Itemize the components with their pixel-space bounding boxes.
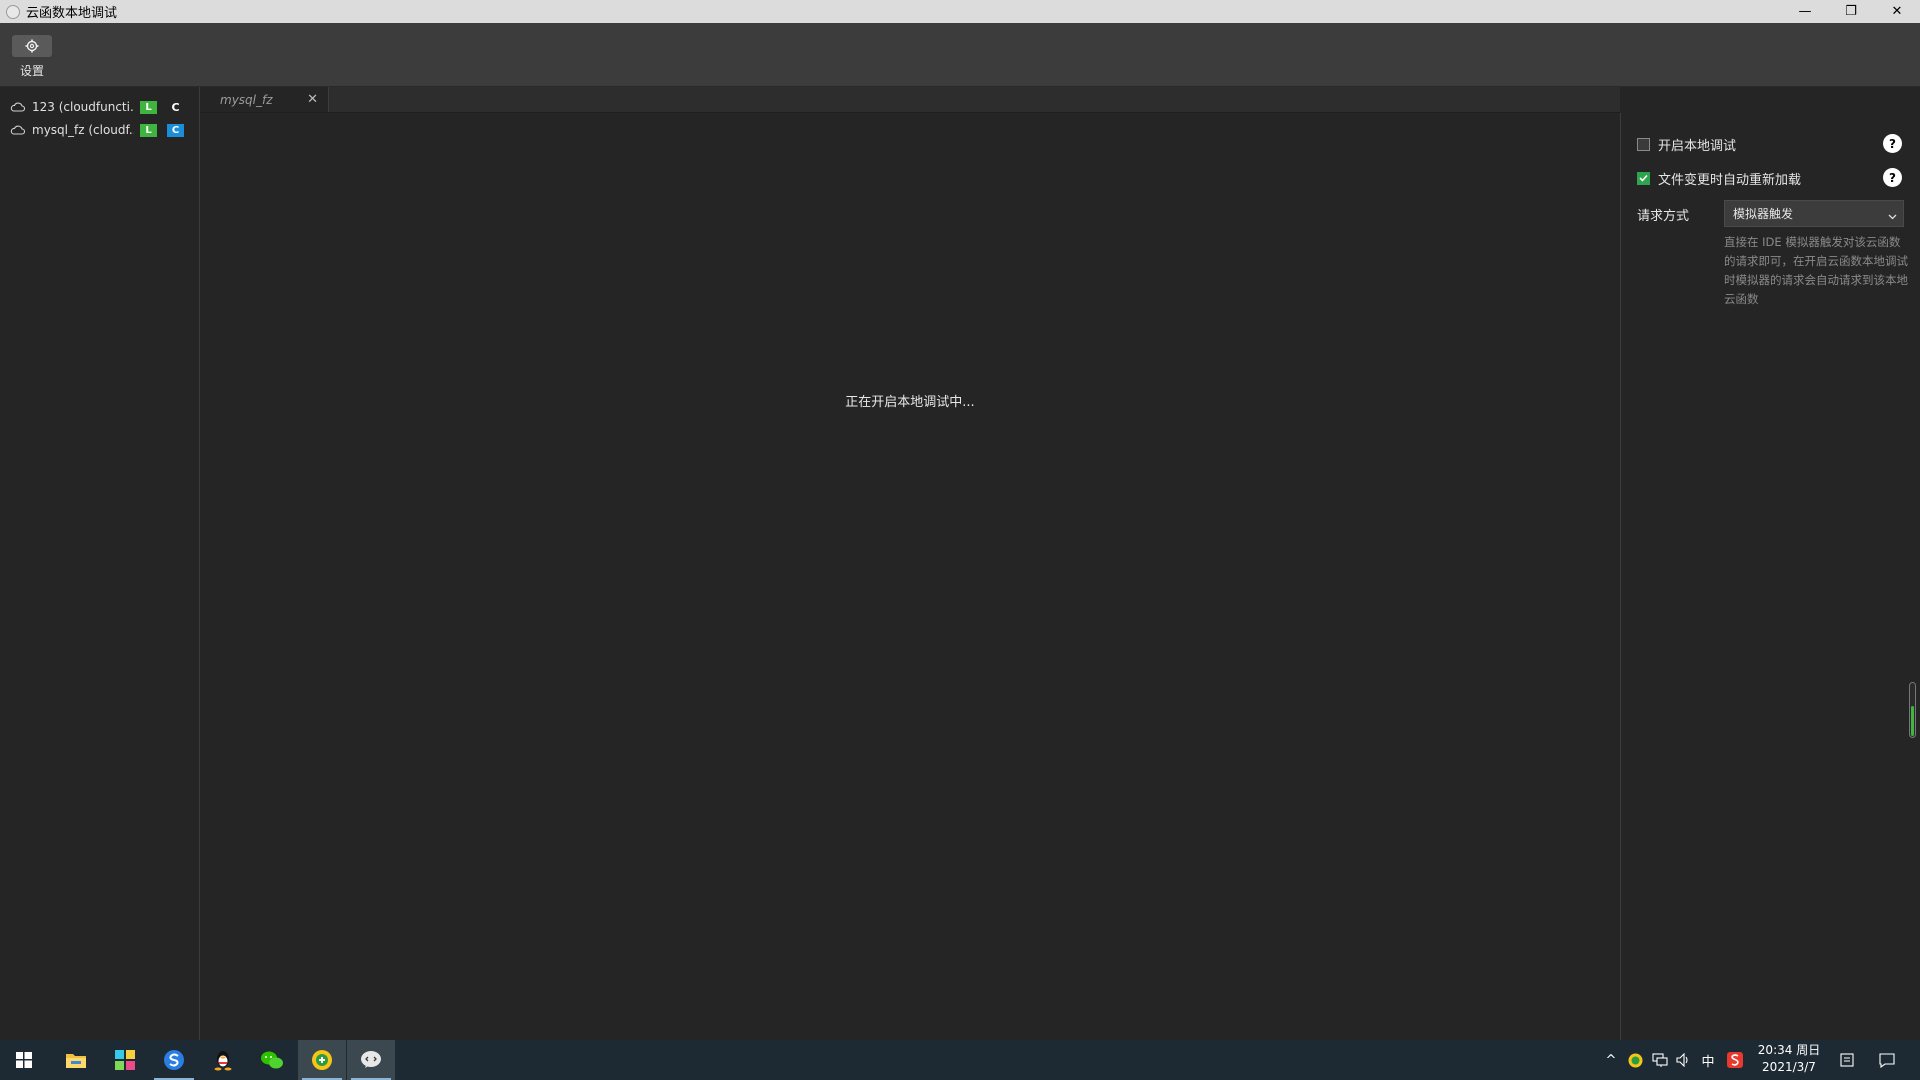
tab-bar: mysql_fz ✕	[200, 87, 1620, 113]
function-name: 123 (cloudfuncti...	[32, 100, 134, 114]
gear-icon	[12, 35, 52, 57]
action-center-icon[interactable]	[1872, 1040, 1902, 1080]
auto-reload-option[interactable]: 文件变更时自动重新加载	[1637, 168, 1801, 188]
cloud-badge: C	[167, 123, 184, 137]
volume-icon[interactable]	[1674, 1040, 1694, 1080]
cloud-badge: C	[171, 100, 180, 114]
notes-icon[interactable]	[1834, 1040, 1860, 1080]
debug-main-area: 正在开启本地调试中...	[200, 113, 1620, 1040]
window-controls: — ❐ ✕	[1782, 0, 1920, 23]
sidebar-item-function[interactable]: mysql_fz (cloudf... L C	[0, 119, 199, 141]
chevron-down-icon	[1888, 209, 1897, 223]
qq-icon[interactable]	[199, 1040, 247, 1080]
local-badge: L	[140, 123, 157, 137]
function-name: mysql_fz (cloudf...	[32, 123, 134, 137]
enable-local-debug-label: 开启本地调试	[1658, 138, 1737, 154]
window-title: 云函数本地调试	[26, 6, 118, 21]
auto-reload-label: 文件变更时自动重新加载	[1658, 172, 1802, 188]
help-icon[interactable]: ?	[1883, 168, 1902, 187]
taskbar-clock[interactable]: 20:34 周日 2021/3/7	[1754, 1042, 1824, 1076]
help-icon[interactable]: ?	[1883, 134, 1902, 153]
sidebar-item-function[interactable]: 123 (cloudfuncti... L C	[0, 96, 199, 118]
scroll-indicator[interactable]	[1909, 682, 1916, 738]
settings-button[interactable]: 设置	[12, 35, 52, 80]
close-button[interactable]: ✕	[1874, 0, 1920, 23]
network-icon[interactable]	[1650, 1040, 1670, 1080]
clock-date: 2021/3/7	[1762, 1060, 1816, 1074]
request-method-description: 直接在 IDE 模拟器触发对该云函数的请求即可，在开启云函数本地调试时模拟器的请…	[1724, 235, 1908, 306]
request-method-label: 请求方式	[1637, 209, 1690, 224]
tray-chevron-up-icon[interactable]: ^	[1602, 1040, 1620, 1080]
file-explorer-icon[interactable]	[52, 1040, 100, 1080]
cloud-icon	[10, 124, 26, 136]
auto-reload-checkbox[interactable]	[1637, 171, 1650, 185]
sogou-browser-icon[interactable]	[150, 1040, 198, 1080]
request-method-select[interactable]: 模拟器触发	[1724, 200, 1904, 227]
windows-start-icon[interactable]	[0, 1040, 48, 1080]
settings-label: 设置	[19, 64, 44, 78]
photos-app-icon[interactable]	[101, 1040, 149, 1080]
app-icon	[6, 4, 20, 19]
request-method-value: 模拟器触发	[1733, 207, 1794, 221]
function-list-sidebar: 123 (cloudfuncti... L C mysql_fz (cloudf…	[0, 87, 200, 1040]
minimize-button[interactable]: —	[1782, 0, 1828, 23]
green-app-icon[interactable]	[298, 1040, 346, 1080]
sogou-ime-icon[interactable]	[1724, 1040, 1746, 1080]
local-badge: L	[140, 100, 157, 114]
window-title-bar: 云函数本地调试 — ❐ ✕	[0, 0, 1920, 23]
tray-app-icon[interactable]	[1626, 1040, 1644, 1080]
wechat-icon[interactable]	[248, 1040, 296, 1080]
debug-settings-panel: 开启本地调试 ? 文件变更时自动重新加载 ? 请求方式 模拟器触发 直接在 ID…	[1620, 113, 1920, 1040]
restore-button[interactable]: ❐	[1828, 0, 1874, 23]
enable-local-debug-checkbox[interactable]	[1637, 137, 1650, 151]
taskbar: ^ 中 20:34 周日 2021/3/7	[0, 1040, 1920, 1080]
tab-label: mysql_fz	[220, 92, 273, 107]
tab-close-icon[interactable]: ✕	[307, 92, 318, 107]
ime-indicator[interactable]: 中	[1698, 1040, 1718, 1080]
tab-mysql-fz[interactable]: mysql_fz ✕	[200, 87, 329, 112]
enable-local-debug-option[interactable]: 开启本地调试	[1637, 134, 1736, 154]
toolbar: 设置	[0, 23, 1920, 87]
wechat-devtools-icon[interactable]	[347, 1040, 395, 1080]
loading-status: 正在开启本地调试中...	[845, 395, 975, 410]
cloud-icon	[10, 101, 26, 113]
clock-time: 20:34 周日	[1757, 1043, 1821, 1057]
